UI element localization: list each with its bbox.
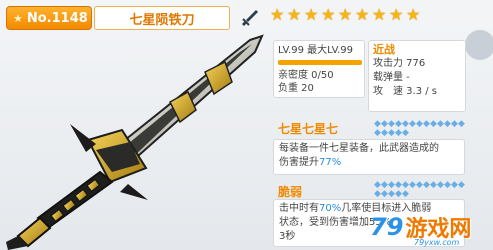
skill1-line2-prefix: 伤害提升	[279, 157, 319, 168]
rarity-star-icon: ★	[287, 5, 302, 24]
weapon-title: 七星陨铁刀	[94, 6, 230, 30]
diamond-icon: ◆	[423, 119, 430, 129]
level-panel: LV.99 最大LV.99 亲密度 0/50 负重 20	[273, 40, 365, 98]
weapon-number: No.1148	[26, 10, 88, 26]
weapon-card: ★ No.1148 七星陨铁刀 ★ ★ ★ ★ ★ ★ ★ ★ ★ LV.99 …	[0, 0, 493, 250]
rarity-star-icon: ★	[389, 5, 404, 24]
diamond-icon: ◆	[395, 128, 402, 138]
weapon-number-badge: ★ No.1148	[6, 6, 92, 30]
level-progress-bar	[278, 60, 362, 65]
attack-speed: 攻 速 3.3 / s	[373, 86, 438, 97]
rarity-star-icon: ★	[270, 5, 285, 24]
skill1-diamond-rating: ◆ ◆ ◆ ◆ ◆ ◆ ◆ ◆ ◆ ◆ ◆ ◆ ◆ ◆ ◆ ◆ ◆ ◆	[374, 120, 466, 138]
diamond-icon: ◆	[458, 119, 465, 129]
diamond-icon: ◆	[437, 119, 444, 129]
skill2-line1-prefix: 击中时有	[279, 203, 319, 214]
attack-type: 近战	[373, 43, 395, 56]
skill1-line1: 每装备一件七星装备，此武器造成的	[279, 143, 439, 154]
diamond-icon: ◆	[451, 119, 458, 129]
watermark-number: 79	[370, 213, 404, 241]
skill2-title: 脆弱	[278, 185, 303, 199]
diamond-icon: ◆	[437, 180, 444, 190]
diamond-icon: ◆	[402, 189, 409, 199]
rarity-stars: ★ ★ ★ ★ ★ ★ ★ ★ ★	[270, 7, 422, 29]
intimacy-text: 亲密度 0/50	[278, 70, 334, 81]
rarity-star-icon: ★	[406, 5, 421, 24]
level-text: LV.99 最大LV.99	[278, 45, 354, 56]
diamond-icon: ◆	[451, 180, 458, 190]
rarity-star-icon: ★	[321, 5, 336, 24]
diamond-icon: ◆	[444, 119, 451, 129]
skill1-line2: 伤害提升77%	[279, 156, 459, 170]
diamond-icon: ◆	[388, 189, 395, 199]
skill2-value: 70%	[319, 203, 342, 214]
card-header: ★ No.1148 七星陨铁刀 ★ ★ ★ ★ ★ ★ ★ ★ ★	[0, 2, 493, 32]
diamond-icon: ◆	[430, 180, 437, 190]
diamond-icon: ◆	[416, 180, 423, 190]
diamond-icon: ◆	[409, 180, 416, 190]
diamond-icon: ◆	[402, 128, 409, 138]
diamond-icon: ◆	[423, 180, 430, 190]
diamond-icon: ◆	[374, 128, 381, 138]
skill2-diamond-rating: ◆ ◆ ◆ ◆ ◆ ◆ ◆ ◆ ◆ ◆ ◆ ◆ ◆ ◆ ◆ ◆ ◆ ◆	[374, 181, 466, 199]
skill1-title: 七星七星七	[278, 122, 339, 136]
diamond-icon: ◆	[444, 180, 451, 190]
diamond-icon: ◆	[374, 189, 381, 199]
diamond-icon: ◆	[430, 119, 437, 129]
attack-panel: 近战 攻击力 776 载弹量 - 攻 速 3.3 / s	[368, 40, 466, 112]
sword-icon	[238, 8, 262, 30]
skill1-value: 77%	[319, 157, 342, 168]
diamond-icon: ◆	[381, 189, 388, 199]
rarity-star-icon: ★	[304, 5, 319, 24]
diamond-icon: ◆	[381, 128, 388, 138]
ammo-capacity: 载弹量 -	[373, 72, 410, 83]
diamond-icon: ◆	[409, 119, 416, 129]
rarity-star-icon: ★	[338, 5, 353, 24]
level-progress-fill	[278, 60, 362, 65]
round-button[interactable]	[465, 30, 493, 60]
weapon-name: 七星陨铁刀	[129, 12, 195, 28]
diamond-icon: ◆	[388, 128, 395, 138]
badge-star-icon: ★	[13, 11, 23, 25]
diamond-icon: ◆	[458, 180, 465, 190]
weapon-image	[0, 32, 270, 250]
rarity-star-icon: ★	[372, 5, 387, 24]
weight-text: 负重 20	[278, 83, 314, 94]
diamond-icon: ◆	[416, 119, 423, 129]
skill1-description: 每装备一件七星装备，此武器造成的 伤害提升77%	[273, 139, 465, 175]
watermark-url: 79yxw.com	[414, 238, 460, 247]
rarity-star-icon: ★	[355, 5, 370, 24]
site-watermark: 79 游戏网 79yxw.com	[370, 206, 490, 248]
attack-power: 攻击力 776	[373, 58, 426, 69]
diamond-icon: ◆	[395, 189, 402, 199]
